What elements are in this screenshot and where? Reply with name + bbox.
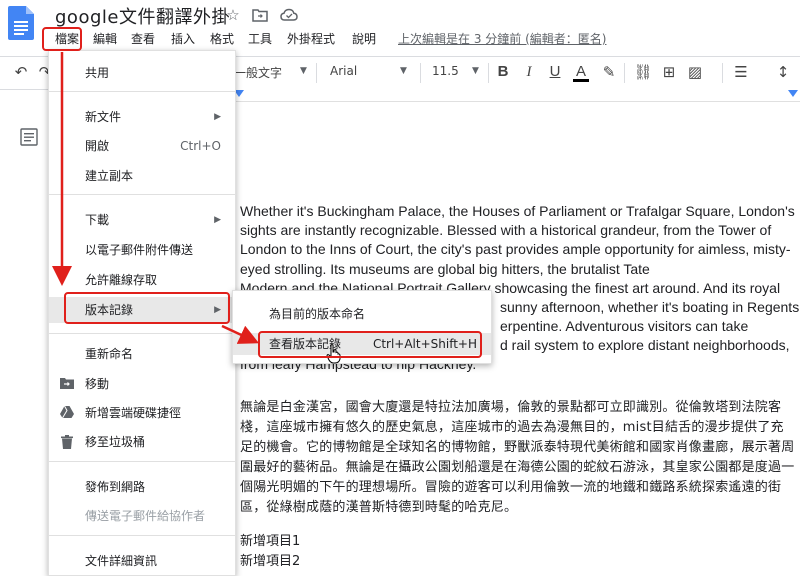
- chevron-right-icon: ▶: [214, 112, 221, 122]
- annotation-box-version-history: [64, 292, 230, 324]
- menu-item-email-collaborators[interactable]: 傳送電子郵件給協作者: [49, 505, 235, 527]
- menu-item-make-copy[interactable]: 建立副本: [49, 165, 235, 187]
- annotation-box-file-menu: [42, 27, 82, 51]
- chevron-down-icon: ▼: [300, 66, 307, 76]
- trash-icon: [60, 435, 74, 449]
- last-edit-link[interactable]: 上次編輯是在 3 分鐘前 (編輯者：匿名): [398, 30, 606, 47]
- underline-icon[interactable]: U: [544, 61, 566, 83]
- menu-item-email-attachment[interactable]: 以電子郵件附件傳送: [49, 239, 235, 261]
- menu-format[interactable]: 格式: [210, 30, 234, 47]
- insert-image-icon[interactable]: ▨: [684, 61, 706, 83]
- style-select-value: 一般文字: [234, 66, 283, 80]
- paragraph-english: Whether it's Buckingham Palace, the Hous…: [240, 203, 795, 277]
- list[interactable]: 新增項目1 新增項目2: [240, 532, 300, 572]
- font-select[interactable]: Arial ▼: [330, 64, 407, 78]
- menu-item-offline[interactable]: 允許離線存取: [49, 269, 235, 291]
- chevron-down-icon: ▼: [400, 66, 407, 76]
- text-color-icon[interactable]: A: [570, 61, 592, 83]
- drive-icon: [60, 405, 74, 420]
- paragraph-chinese[interactable]: 無論是白金漢宮，國會大廈還是特拉法加廣場，倫敦的景點都可立即識別。從倫敦塔到法院…: [240, 398, 796, 518]
- line-spacing-icon[interactable]: ↕: [772, 61, 794, 83]
- align-left-icon[interactable]: ☰: [730, 61, 752, 83]
- menu-item-rename[interactable]: 重新命名: [49, 343, 235, 365]
- menu-item-share[interactable]: 共用: [49, 62, 235, 84]
- insert-link-icon[interactable]: ⛓: [632, 61, 654, 83]
- menu-tools[interactable]: 工具: [248, 30, 272, 47]
- chevron-down-icon: ▼: [472, 66, 479, 76]
- star-icon[interactable]: ☆: [224, 6, 242, 24]
- document-title[interactable]: google文件翻譯外掛: [55, 3, 230, 29]
- menu-help[interactable]: 說明: [352, 30, 376, 47]
- menu-item-document-details[interactable]: 文件詳細資訊: [49, 550, 235, 572]
- menu-item-publish[interactable]: 發佈到網路: [49, 476, 235, 498]
- paragraph-english-line: erpentine. Adventurous visitors can take: [500, 318, 749, 334]
- style-select[interactable]: 一般文字 ▼: [234, 64, 307, 81]
- ruler[interactable]: [234, 89, 800, 102]
- menu-insert[interactable]: 插入: [171, 30, 195, 47]
- docs-logo-icon[interactable]: [8, 6, 34, 40]
- insert-comment-icon[interactable]: ⊞: [658, 61, 680, 83]
- undo-icon[interactable]: ↶: [10, 61, 32, 83]
- move-folder-icon[interactable]: [252, 8, 268, 22]
- menu-addons[interactable]: 外掛程式: [287, 30, 335, 47]
- font-select-value: Arial: [330, 64, 358, 78]
- list-item: 新增項目2: [240, 554, 301, 569]
- list-item: 新增項目1: [240, 534, 301, 549]
- document-outline-icon[interactable]: [20, 128, 38, 146]
- menu-item-open[interactable]: 開啟 Ctrl+O: [49, 135, 235, 157]
- annotation-box-see-version-history: [258, 331, 482, 358]
- menu-item-add-shortcut[interactable]: 新增雲端硬碟捷徑: [49, 402, 235, 424]
- font-size-select[interactable]: 11.5 ▼: [432, 64, 479, 78]
- chevron-right-icon: ▶: [214, 215, 221, 225]
- menu-view[interactable]: 查看: [131, 30, 155, 47]
- paragraph-english-line: sunny afternoon, whether it's boating in…: [500, 299, 800, 315]
- move-folder-icon: [60, 377, 74, 391]
- menu-item-trash[interactable]: 移至垃圾桶: [49, 431, 235, 453]
- menu-item-move[interactable]: 移動: [49, 373, 235, 395]
- font-size-value: 11.5: [432, 64, 459, 78]
- cloud-status-icon[interactable]: [280, 8, 298, 21]
- right-indent-marker[interactable]: [788, 90, 798, 97]
- menu-item-download[interactable]: 下載 ▶: [49, 209, 235, 231]
- menu-edit[interactable]: 編輯: [93, 30, 117, 47]
- highlight-color-icon[interactable]: ✎: [598, 61, 620, 83]
- menu-item-new[interactable]: 新文件 ▶: [49, 106, 235, 128]
- paragraph-english-line: d rail system to explore distant neighbo…: [500, 337, 790, 353]
- submenu-item-name-version[interactable]: 為目前的版本命名: [233, 303, 491, 325]
- bold-icon[interactable]: B: [492, 61, 514, 83]
- italic-icon[interactable]: I: [518, 61, 540, 83]
